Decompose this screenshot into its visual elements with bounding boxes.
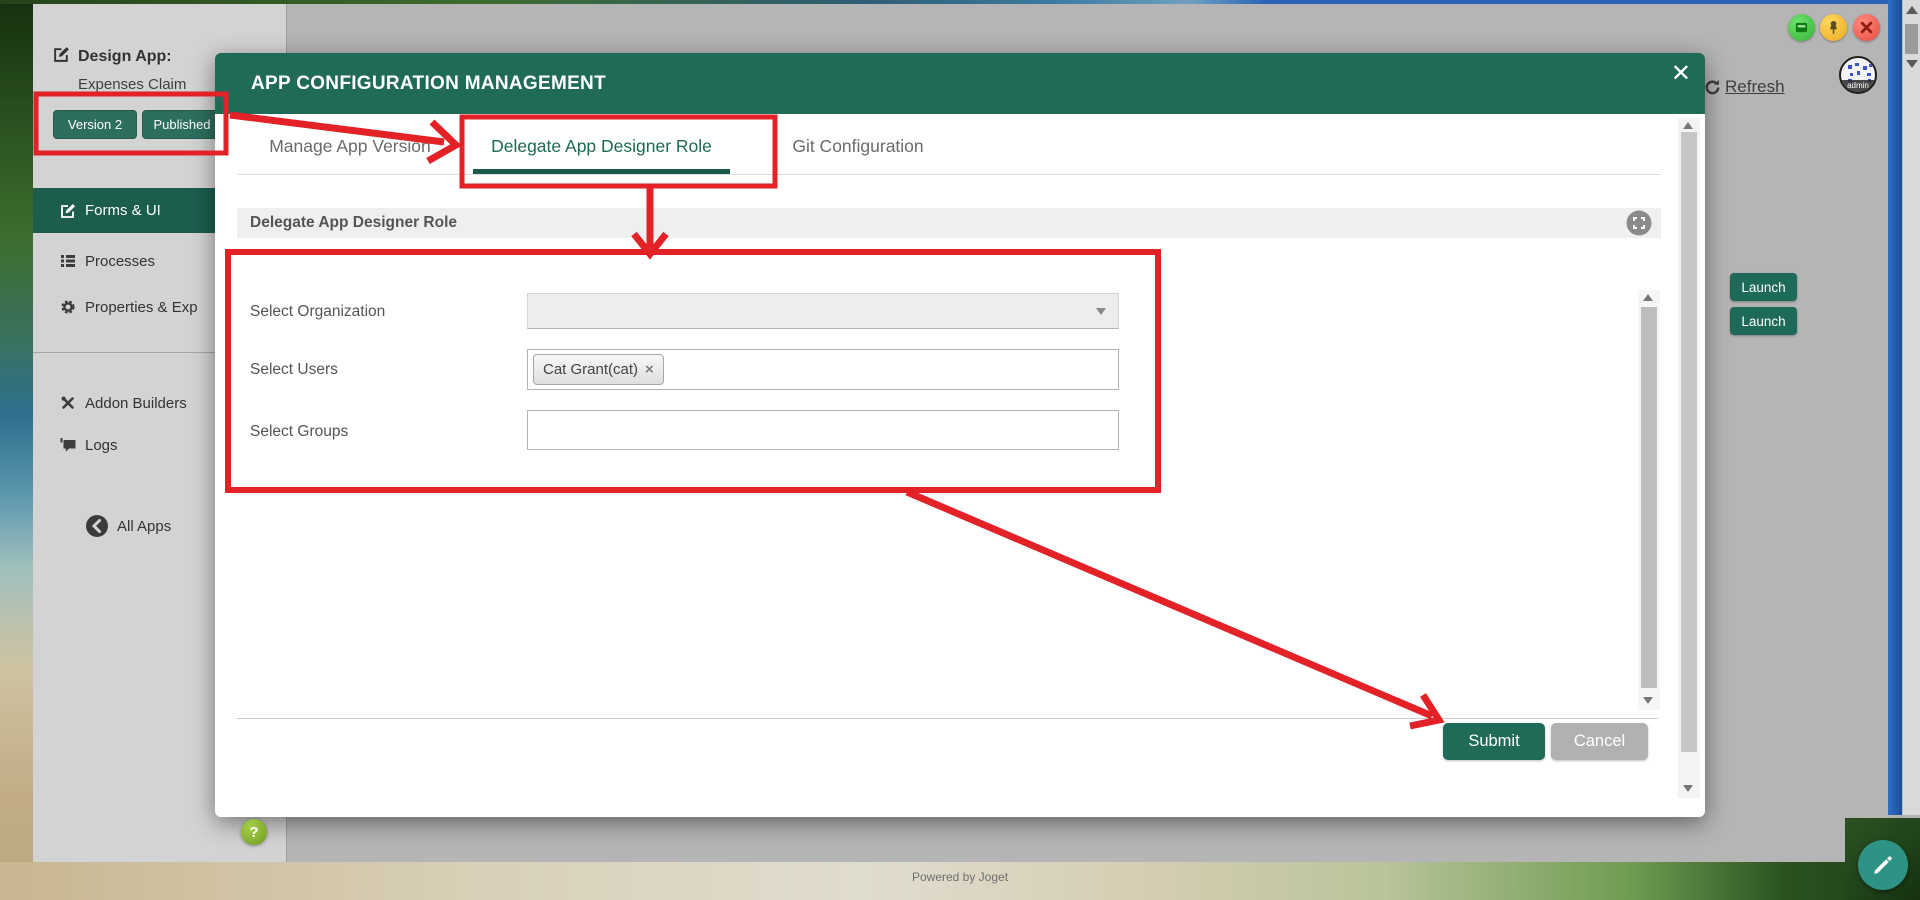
refresh-icon xyxy=(1705,79,1720,94)
organization-select[interactable] xyxy=(527,293,1119,329)
list-icon xyxy=(61,255,75,267)
sidebar-item-forms-ui[interactable]: Forms & UI xyxy=(33,188,215,233)
edit-icon xyxy=(53,46,70,68)
all-apps-button[interactable] xyxy=(85,514,109,543)
close-icon xyxy=(1860,21,1873,34)
window-frame-edge xyxy=(1888,0,1902,815)
tab-git-configuration[interactable]: Git Configuration xyxy=(783,125,933,168)
scroll-up-icon[interactable] xyxy=(1906,6,1918,14)
tabs-bottom-border xyxy=(237,174,1661,175)
window-button-close[interactable] xyxy=(1853,14,1880,41)
chevron-down-icon xyxy=(1096,308,1106,315)
modal-header: APP CONFIGURATION MANAGEMENT xyxy=(215,53,1705,114)
app-configuration-modal: APP CONFIGURATION MANAGEMENT ✕ Manage Ap… xyxy=(215,53,1705,817)
tab-label: Manage App Version xyxy=(269,136,431,156)
edit-icon xyxy=(61,203,75,218)
users-input[interactable]: Cat Grant(cat) × xyxy=(527,349,1119,390)
window-button-green[interactable] xyxy=(1788,14,1815,41)
sidebar-item-label: Properties & Exp xyxy=(85,298,198,316)
window-button-pin[interactable] xyxy=(1820,14,1847,41)
screen-icon xyxy=(1795,22,1808,33)
tools-icon xyxy=(61,396,74,409)
edit-fab-button[interactable] xyxy=(1858,840,1908,890)
fullscreen-icon xyxy=(1626,210,1652,236)
refresh-link[interactable]: Refresh xyxy=(1704,77,1785,97)
modal-title: APP CONFIGURATION MANAGEMENT xyxy=(251,72,606,94)
avatar-name: admin xyxy=(1841,80,1875,92)
pencil-icon xyxy=(1874,856,1892,874)
groups-input[interactable] xyxy=(527,410,1119,450)
version-badge[interactable]: Version 2 xyxy=(53,110,137,139)
logs-icon xyxy=(60,438,76,452)
remove-tag-icon[interactable]: × xyxy=(645,361,654,378)
gear-icon xyxy=(61,300,75,314)
published-badge[interactable]: Published xyxy=(142,110,222,139)
modal-scrollbar-thumb[interactable] xyxy=(1681,132,1697,752)
help-button[interactable]: ? xyxy=(241,819,267,845)
modal-close-icon[interactable]: ✕ xyxy=(1671,62,1691,86)
sidebar-item-label: Addon Builders xyxy=(85,394,187,412)
groups-label: Select Groups xyxy=(250,423,349,440)
page-scrollbar[interactable] xyxy=(1902,0,1920,815)
sidebar-item-properties[interactable]: Properties & Exp xyxy=(33,286,215,328)
page-scrollbar-thumb[interactable] xyxy=(1905,24,1918,54)
design-app-label: Design App: xyxy=(78,48,172,65)
content-scrollbar-thumb[interactable] xyxy=(1641,307,1657,688)
scroll-down-icon[interactable] xyxy=(1643,697,1653,704)
desktop-wallpaper-left xyxy=(0,0,33,900)
footer-divider xyxy=(237,718,1658,719)
cancel-button[interactable]: Cancel xyxy=(1551,723,1648,760)
refresh-label: Refresh xyxy=(1725,77,1785,96)
scroll-up-icon[interactable] xyxy=(1683,122,1693,129)
section-title: Delegate App Designer Role xyxy=(250,214,458,231)
sidebar-item-label: Logs xyxy=(85,436,118,454)
modal-scrollbar[interactable] xyxy=(1678,118,1700,798)
fullscreen-button[interactable] xyxy=(1626,210,1652,241)
content-scrollbar[interactable] xyxy=(1638,290,1660,710)
pin-icon xyxy=(1830,20,1837,34)
sidebar-item-label: Processes xyxy=(85,252,156,270)
section-header: Delegate App Designer Role xyxy=(237,208,1661,238)
tab-manage-app-version[interactable]: Manage App Version xyxy=(250,125,450,168)
tab-delegate-app-designer-role[interactable]: Delegate App Designer Role xyxy=(473,125,730,168)
users-label: Select Users xyxy=(250,361,338,378)
tab-label: Delegate App Designer Role xyxy=(491,136,712,156)
sidebar-item-logs[interactable]: Logs xyxy=(33,424,215,466)
user-tag-text: Cat Grant(cat) xyxy=(543,361,639,378)
sidebar-item-label: Forms & UI xyxy=(85,202,161,219)
all-apps-label[interactable]: All Apps xyxy=(117,518,171,535)
scroll-down-icon[interactable] xyxy=(1906,60,1918,68)
sidebar-divider xyxy=(33,352,215,353)
tab-label: Git Configuration xyxy=(792,136,924,156)
powered-by-label: Powered by Joget xyxy=(911,870,1009,884)
sidebar-item-addon-builders[interactable]: Addon Builders xyxy=(33,382,215,424)
back-arrow-icon xyxy=(86,515,108,537)
launch-button[interactable]: Launch xyxy=(1730,307,1797,335)
scroll-down-icon[interactable] xyxy=(1683,785,1693,792)
sidebar-item-processes[interactable]: Processes xyxy=(33,240,215,282)
app-name: Expenses Claim xyxy=(78,76,187,93)
launch-button[interactable]: Launch xyxy=(1730,273,1797,301)
user-tag: Cat Grant(cat) × xyxy=(533,354,664,385)
organization-label: Select Organization xyxy=(250,303,386,320)
submit-button[interactable]: Submit xyxy=(1443,723,1545,760)
avatar[interactable]: admin xyxy=(1839,56,1877,94)
scroll-up-icon[interactable] xyxy=(1643,294,1653,301)
